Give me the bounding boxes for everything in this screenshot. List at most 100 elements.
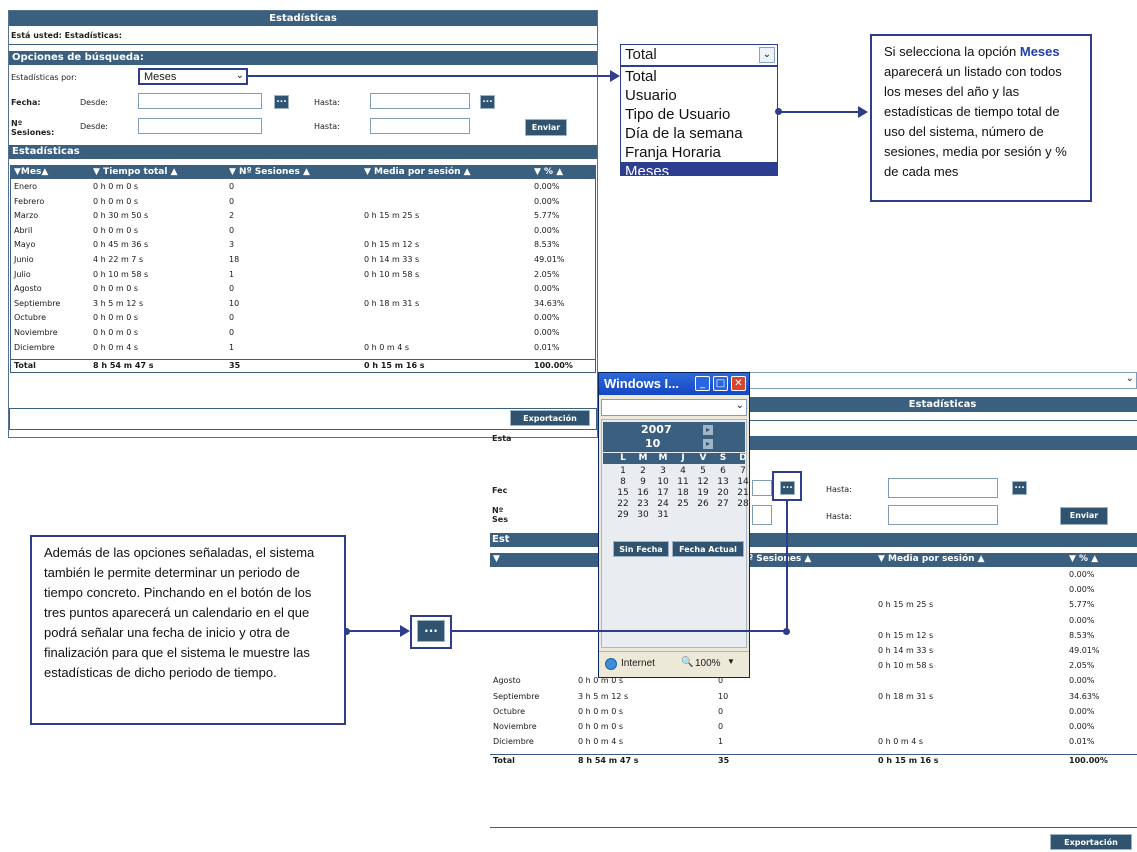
close-icon[interactable]: ✕	[731, 376, 746, 391]
calendar-day[interactable]: 21	[735, 488, 751, 498]
table-border	[10, 165, 596, 373]
sin-fecha-button[interactable]: Sin Fecha	[613, 541, 669, 557]
calendar-day[interactable]: 11	[675, 477, 691, 487]
stats-by-select[interactable]: Meses ⌄	[138, 68, 248, 85]
address-bar[interactable]: ⌄	[601, 399, 747, 416]
calendar-day[interactable]: 25	[675, 499, 691, 509]
calendar-day[interactable]: 13	[715, 477, 731, 487]
calendar-day[interactable]: 1	[615, 466, 631, 476]
sesiones-stub: Nº Ses	[492, 506, 508, 524]
calendar-month: 10	[645, 437, 661, 450]
desde-calendar-button[interactable]: ...	[274, 95, 289, 109]
calendar-day[interactable]: 4	[675, 466, 691, 476]
cell-pct: 0.00%	[1069, 570, 1095, 579]
sesiones-desde-label: Desde:	[80, 122, 108, 131]
zoom-icon[interactable]: 🔍	[681, 657, 693, 668]
calendar-day[interactable]: 18	[675, 488, 691, 498]
next-month-icon[interactable]: ▸	[703, 439, 713, 449]
status-zoom[interactable]: 100%	[695, 658, 721, 669]
calendar-day[interactable]: 8	[615, 477, 631, 487]
hasta-calendar-button[interactable]: ...	[480, 95, 495, 109]
sesiones-hasta-input[interactable]	[370, 118, 470, 134]
export-button[interactable]: Exportación	[510, 410, 590, 426]
calendar-day[interactable]: 27	[715, 499, 731, 509]
calendar-day[interactable]: 30	[635, 510, 651, 520]
calendar-day[interactable]: 20	[715, 488, 731, 498]
divider	[9, 44, 597, 45]
maximize-icon[interactable]: □	[713, 376, 728, 391]
col-sesiones-2[interactable]: º Sesiones ▲	[748, 553, 811, 566]
calendar-day[interactable]: 28	[735, 499, 751, 509]
cell-mes: Diciembre	[493, 737, 534, 747]
enviar-button-2[interactable]: Enviar	[1060, 507, 1108, 525]
calendar-day[interactable]: 26	[695, 499, 711, 509]
calendar-day[interactable]: 10	[655, 477, 671, 487]
calendar-day[interactable]: 19	[695, 488, 711, 498]
cell-media: 0 h 14 m 33 s	[878, 646, 934, 655]
dropdown-option-selected[interactable]: Meses	[621, 162, 777, 175]
connector-dot-icon	[775, 108, 782, 115]
estadisticas-stub: Est	[492, 534, 510, 545]
calendar-day[interactable]: 7	[735, 466, 751, 476]
minimize-icon[interactable]: _	[695, 376, 710, 391]
cell-pct: 0.00%	[1069, 585, 1095, 595]
dropdown-option[interactable]: Usuario	[621, 86, 777, 105]
calendar-day[interactable]: 12	[695, 477, 711, 487]
calendar-weekdays: L MM J V S D	[603, 453, 747, 464]
dropdown-option[interactable]: Tipo de Usuario	[621, 105, 777, 124]
desde-date-input-2[interactable]	[752, 480, 772, 496]
table-row: 0.00%	[490, 569, 1137, 584]
sesiones-hasta-input-2[interactable]	[888, 505, 998, 525]
calendar-day[interactable]: 6	[715, 466, 731, 476]
connector-line	[786, 501, 788, 632]
cell-mes: Agosto	[493, 676, 521, 686]
dropdown-selected-value: Total	[625, 46, 657, 63]
dropdown-options: Total Usuario Tipo de Usuario Día de la …	[620, 66, 778, 176]
sesiones-desde-input-2[interactable]	[752, 505, 772, 525]
col-pct-2[interactable]: ▼ % ▲	[1069, 553, 1098, 566]
calendar-day[interactable]: 17	[655, 488, 671, 498]
hasta-date-input-2[interactable]	[888, 478, 998, 498]
calendar-day[interactable]: 24	[655, 499, 671, 509]
dropdown-option[interactable]: Franja Horaria	[621, 143, 777, 162]
export-button-2[interactable]: Exportación	[1050, 834, 1132, 850]
cell-sesiones: 0	[718, 722, 724, 731]
calendar-day[interactable]: 16	[635, 488, 651, 498]
calendar-day[interactable]: 14	[735, 477, 751, 487]
table-row: 0 h 15 m 12 s 8.53%	[490, 630, 1137, 645]
cell-sesiones: 1	[718, 737, 724, 747]
calendar-day[interactable]: 2	[635, 466, 651, 476]
col-mes-2[interactable]: ▼	[493, 553, 500, 566]
help-note-calendar: Además de las opciones señaladas, el sis…	[30, 535, 346, 725]
highlight-frame	[772, 471, 802, 501]
next-year-icon[interactable]: ▸	[703, 425, 713, 435]
globe-icon	[605, 658, 617, 670]
fecha-actual-button[interactable]: Fecha Actual	[672, 541, 744, 557]
dropdown-select[interactable]: Total ⌄	[620, 44, 778, 66]
calendar-day[interactable]: 3	[655, 466, 671, 476]
calendar-day[interactable]: 9	[635, 477, 651, 487]
sesiones-desde-input[interactable]	[138, 118, 262, 134]
calendar-day[interactable]: 29	[615, 510, 631, 520]
calendar-day[interactable]: 23	[635, 499, 651, 509]
calendar-day[interactable]: 5	[695, 466, 711, 476]
cell-pct: 8.53%	[1069, 630, 1095, 640]
calendar-day[interactable]: 15	[615, 488, 631, 498]
note-text-before: Si selecciona la opción	[884, 44, 1017, 59]
breadcrumb: Está usted: Estadísticas:	[11, 31, 122, 40]
hasta-date-input[interactable]	[370, 93, 470, 109]
col-media-2[interactable]: ▼ Media por sesión ▲	[878, 553, 985, 566]
hasta-calendar-button-2[interactable]: ...	[1012, 481, 1027, 495]
dropdown-option[interactable]: Día de la semana	[621, 124, 777, 143]
weekday-label: D	[739, 453, 747, 463]
chevron-down-icon[interactable]: ▼	[727, 657, 735, 666]
calendar-day[interactable]: 31	[655, 510, 671, 520]
weekday-label: V	[699, 453, 707, 463]
desde-date-input[interactable]	[138, 93, 262, 109]
hasta-label: Hasta:	[314, 98, 340, 107]
note-text-after: aparecerá un listado con todos los meses…	[884, 64, 1067, 179]
stats-by-value: Meses	[144, 71, 177, 83]
enviar-button[interactable]: Enviar	[525, 119, 567, 136]
dropdown-option[interactable]: Total	[621, 67, 777, 86]
calendar-day[interactable]: 22	[615, 499, 631, 509]
